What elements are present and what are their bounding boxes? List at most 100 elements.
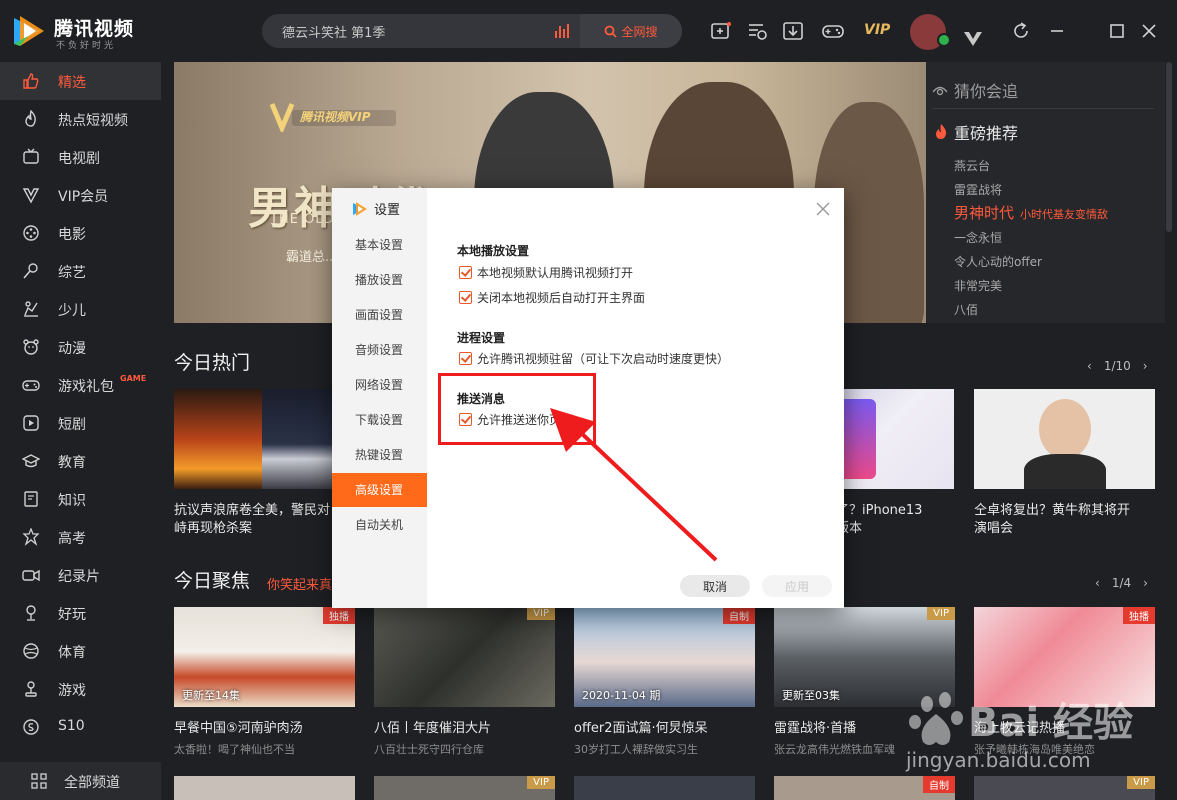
- guess-item[interactable]: 非常完美: [954, 277, 1002, 294]
- settings-nav-picture[interactable]: 画面设置: [332, 298, 427, 332]
- apply-button[interactable]: 应用: [762, 575, 832, 597]
- focus-card-thumb: VIP: [374, 607, 555, 707]
- app-logo[interactable]: 腾讯视频 不负好时光: [10, 12, 140, 51]
- hot-card[interactable]: 仝卓将复出？黄牛称其将开 演唱会: [974, 389, 1155, 539]
- guess-item[interactable]: 雷霆战将: [954, 181, 1002, 198]
- focus-card[interactable]: [174, 776, 355, 800]
- focus-card[interactable]: [574, 776, 755, 800]
- hot-pager: ‹ 1/10 ›: [1087, 359, 1148, 373]
- watermark-text: Bai 经验: [968, 700, 1134, 746]
- guess-item[interactable]: 一念永恒: [954, 229, 1002, 246]
- hot-rank-bars-icon[interactable]: [554, 23, 570, 39]
- vip-level-icon[interactable]: [962, 28, 984, 50]
- sidebar-item-fun[interactable]: 好玩: [0, 594, 161, 632]
- settings-nav-network[interactable]: 网络设置: [332, 368, 427, 402]
- main-scrollbar[interactable]: [1166, 62, 1172, 800]
- minimize-icon[interactable]: [1046, 20, 1068, 42]
- eye-icon: [932, 86, 948, 96]
- upload-video-icon[interactable]: [710, 20, 732, 42]
- close-icon[interactable]: [816, 202, 830, 216]
- sidebar-item-featured[interactable]: 精选: [0, 62, 161, 100]
- guess-recommend: 重磅推荐: [934, 120, 1018, 144]
- settings-nav-basic[interactable]: 基本设置: [332, 228, 427, 262]
- sidebar-item-documentary[interactable]: 纪录片: [0, 556, 161, 594]
- settings-nav-download[interactable]: 下载设置: [332, 403, 427, 437]
- thumb-up-icon: [23, 73, 39, 89]
- sidebar-item-sports[interactable]: 体育: [0, 632, 161, 670]
- vip-entry[interactable]: VIP: [864, 22, 890, 38]
- banner-tagline: 霸道总...: [286, 250, 338, 265]
- refresh-icon[interactable]: [1010, 20, 1032, 42]
- scroll-thumb[interactable]: [1166, 62, 1172, 232]
- history-list-icon[interactable]: [746, 20, 768, 42]
- all-channels-button[interactable]: 全部频道: [0, 762, 161, 800]
- guess-item[interactable]: 燕云台: [954, 157, 990, 174]
- focus-card[interactable]: 独播 更新至14集 早餐中国⑤河南驴肉汤 太香啦！喝了神仙也不当: [174, 607, 355, 757]
- focus-section-title: 今日聚焦: [174, 570, 251, 592]
- focus-section-subtitle[interactable]: 你笑起来真: [267, 574, 332, 593]
- focus-card-thumb: 独播 更新至14集: [174, 607, 355, 707]
- sidebar-item-tv-series[interactable]: 电视剧: [0, 138, 161, 176]
- tv-icon: [23, 148, 39, 164]
- hot-card[interactable]: 抗议声浪席卷全美，警民对 峙再现枪杀案: [174, 389, 355, 539]
- sidebar-item-short-drama[interactable]: 短剧: [0, 404, 161, 442]
- sidebar-item-variety[interactable]: 综艺: [0, 252, 161, 290]
- maximize-icon[interactable]: [1106, 20, 1128, 42]
- focus-card[interactable]: VIP 八佰丨年度催泪大片 八百壮士死守四行仓库: [374, 607, 555, 757]
- hot-section-title: 今日热门: [174, 352, 251, 374]
- gamepad-icon[interactable]: [822, 20, 844, 42]
- next-arrow-icon[interactable]: ›: [1143, 576, 1148, 590]
- wechat-badge-icon: [937, 33, 951, 47]
- close-window-icon[interactable]: [1138, 20, 1160, 42]
- guess-item[interactable]: 令人心动的offer: [954, 253, 1042, 270]
- sidebar-item-gaokao[interactable]: 高考: [0, 518, 161, 556]
- settings-nav-advanced[interactable]: 高级设置: [332, 473, 427, 507]
- sidebar-item-kids[interactable]: 少儿: [0, 290, 161, 328]
- game-tag: GAME: [120, 374, 147, 383]
- sidebar-item-anime[interactable]: 动漫: [0, 328, 161, 366]
- guess-item-highlight[interactable]: 男神时代 小时代基友变情敌: [954, 202, 1108, 223]
- ball-icon: [23, 643, 39, 659]
- guess-item[interactable]: 八佰: [954, 301, 978, 318]
- sidebar-item-game[interactable]: 游戏: [0, 670, 161, 708]
- settings-nav-playback[interactable]: 播放设置: [332, 263, 427, 297]
- graduation-cap-icon: [22, 454, 40, 468]
- focus-card[interactable]: VIP: [374, 776, 555, 800]
- download-icon[interactable]: [782, 20, 804, 42]
- search-icon: [605, 25, 618, 38]
- sidebar-item-education[interactable]: 教育: [0, 442, 161, 480]
- checkbox-open-main-after-close[interactable]: 关闭本地视频后自动打开主界面: [459, 289, 645, 306]
- banner-vip-badge: 腾讯视频VIP: [269, 100, 400, 135]
- next-arrow-icon[interactable]: ›: [1143, 359, 1148, 373]
- child-icon: [24, 301, 38, 317]
- sidebar-item-game-gift[interactable]: 游戏礼包 GAME: [0, 366, 161, 404]
- checkbox-checked-icon: [459, 291, 472, 304]
- play-icon: [23, 415, 39, 431]
- search-input[interactable]: [262, 14, 577, 48]
- watermark-url: jingyan.baidu.com: [906, 748, 1091, 772]
- annotation-arrow-icon: [550, 408, 718, 562]
- sidebar-item-hot-short-video[interactable]: 热点短视频: [0, 100, 161, 138]
- hot-card-thumb: [974, 389, 1155, 489]
- search-box: 全网搜: [262, 14, 682, 48]
- search-button[interactable]: 全网搜: [580, 14, 682, 48]
- focus-card[interactable]: 自制 2020-11-04 期 offer2面试篇·何炅惊呆 30岁打工人裸辞做…: [574, 607, 755, 757]
- hot-card-thumb: [836, 389, 954, 489]
- settings-nav-hotkey[interactable]: 热键设置: [332, 438, 427, 472]
- gamepad-icon: [22, 380, 40, 391]
- sidebar-item-movie[interactable]: 电影: [0, 214, 161, 252]
- top-bar: 腾讯视频 不负好时光 全网搜 VIP: [0, 0, 1177, 62]
- checkbox-allow-resident[interactable]: 允许腾讯视频驻留（可让下次启动时速度更快）: [459, 350, 729, 367]
- settings-nav-audio[interactable]: 音频设置: [332, 333, 427, 367]
- sidebar-item-vip[interactable]: VIP会员: [0, 176, 161, 214]
- prev-arrow-icon[interactable]: ‹: [1087, 359, 1092, 373]
- cancel-button[interactable]: 取消: [680, 575, 750, 597]
- sidebar: 精选 热点短视频 电视剧 VIP会员 电影 综艺 少儿 动漫 游戏礼包 GAME…: [0, 62, 161, 800]
- checkbox-default-open-local[interactable]: 本地视频默认用腾讯视频打开: [459, 264, 633, 281]
- search-button-label: 全网搜: [621, 24, 658, 39]
- hot-card[interactable]: 了？iPhone13 版本: [836, 389, 954, 539]
- prev-arrow-icon[interactable]: ‹: [1095, 576, 1100, 590]
- settings-nav-auto-shutdown[interactable]: 自动关机: [332, 508, 427, 542]
- sidebar-item-knowledge[interactable]: 知识: [0, 480, 161, 518]
- sidebar-item-s10[interactable]: S10: [0, 708, 161, 746]
